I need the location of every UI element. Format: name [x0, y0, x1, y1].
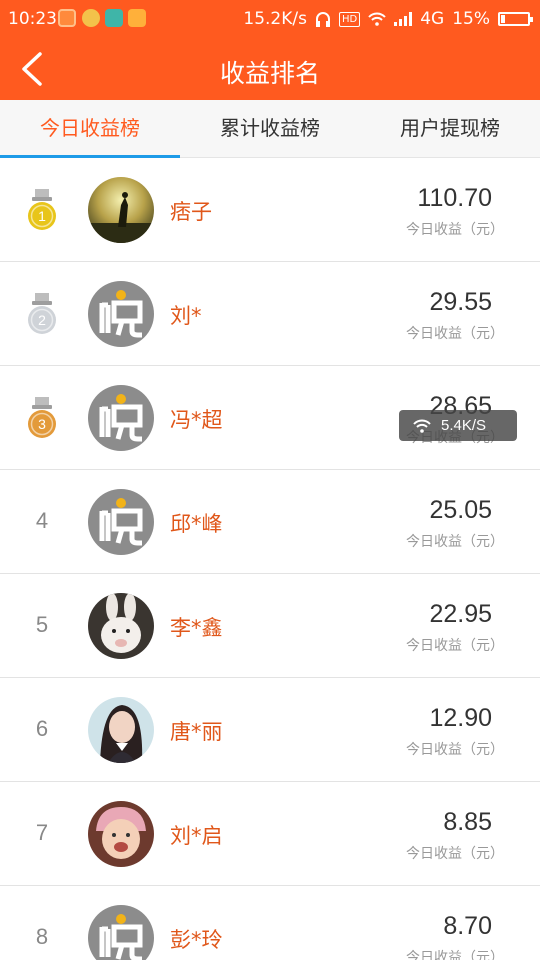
- earning-amount: 12.90: [429, 704, 492, 732]
- avatar[interactable]: [88, 593, 154, 659]
- tab-withdraw[interactable]: 用户提现榜: [360, 100, 540, 157]
- battery-fill: [501, 15, 506, 23]
- rank-number: 6: [35, 716, 49, 741]
- ranking-row[interactable]: 2 刘* 29.55 今日收益（元）: [0, 262, 540, 366]
- battery-percent: 15%: [452, 9, 490, 29]
- earning-label: 今日收益（元）: [406, 534, 504, 550]
- avatar[interactable]: [88, 905, 154, 960]
- user-name: 唐*丽: [170, 720, 223, 744]
- user-name: 冯*超: [170, 408, 223, 432]
- bronze-medal-icon: 3: [26, 397, 58, 439]
- page-title: 收益排名: [219, 59, 320, 88]
- user-name: 彭*玲: [170, 928, 223, 952]
- app-header: 收益排名: [0, 38, 540, 100]
- earning-amount: 25.05: [429, 496, 492, 524]
- avatar[interactable]: [88, 801, 154, 867]
- earning-amount: 22.95: [429, 600, 492, 628]
- scan-app-icon: [105, 9, 123, 27]
- battery-icon: [498, 12, 533, 26]
- medal-rank-number: 2: [38, 312, 46, 328]
- earning-amount: 29.55: [429, 288, 492, 316]
- ranking-row[interactable]: 5 李*鑫 22.95 今日收益（元）: [0, 574, 540, 678]
- plus-app-icon: [82, 9, 100, 27]
- avatar[interactable]: [88, 281, 154, 347]
- earning-amount: 110.70: [417, 184, 492, 212]
- ranking-row[interactable]: 8 彭*玲 8.70 今日收益（元）: [0, 886, 540, 960]
- wifi-icon: [413, 419, 431, 433]
- earning-label: 今日收益（元）: [406, 222, 504, 238]
- status-bar: 10:23 15.2K/s HD 4G 15%: [0, 0, 540, 38]
- tab-total[interactable]: 累计收益榜: [180, 100, 360, 157]
- speed-toast: 5.4K/S: [399, 410, 517, 441]
- silver-medal-icon: 2: [26, 293, 58, 335]
- user-name: 痞子: [170, 200, 212, 224]
- toast-speed: 5.4K/S: [441, 417, 487, 434]
- hd-icon: HD: [338, 11, 361, 27]
- ranking-row[interactable]: 4 邱*峰 25.05 今日收益（元）: [0, 470, 540, 574]
- avatar[interactable]: [88, 489, 154, 555]
- tab-bar: 今日收益榜 累计收益榜 用户提现榜: [0, 100, 540, 158]
- ranking-row[interactable]: 6 唐*丽 12.90 今日收益（元）: [0, 678, 540, 782]
- user-name: 李*鑫: [170, 616, 223, 640]
- earning-amount: 8.85: [443, 808, 492, 836]
- medal-rank-number: 1: [38, 208, 46, 224]
- rank-number: 7: [35, 820, 49, 845]
- net-speed: 15.2K/s: [243, 9, 307, 29]
- avatar[interactable]: [88, 697, 154, 763]
- earning-label: 今日收益（元）: [406, 638, 504, 654]
- status-right: 15.2K/s HD 4G 15%: [243, 9, 533, 29]
- medal-rank-number: 3: [38, 416, 46, 432]
- wifi-status-icon: [368, 12, 386, 26]
- status-time: 10:23: [8, 9, 57, 29]
- earning-label: 今日收益（元）: [406, 326, 504, 342]
- earning-label: 今日收益（元）: [406, 846, 504, 862]
- earning-label: 今日收益（元）: [406, 742, 504, 758]
- rank-number: 5: [35, 612, 49, 637]
- gold-medal-icon: 1: [26, 189, 58, 231]
- rank-number: 8: [35, 924, 49, 949]
- rank-number: 4: [35, 508, 49, 533]
- headphones-icon: [315, 11, 330, 27]
- user-name: 刘*启: [170, 824, 223, 848]
- orange-app-icon: [128, 9, 146, 27]
- lock-app-icon: [58, 9, 76, 27]
- ranking-list: 1 痞子 110.70 今日收益（元） 2 刘* 29.55 今日收益（元） 3: [0, 158, 540, 960]
- avatar[interactable]: [88, 385, 154, 451]
- earning-amount: 8.70: [443, 912, 492, 940]
- ranking-row[interactable]: 1 痞子 110.70 今日收益（元）: [0, 158, 540, 262]
- earning-label: 今日收益（元）: [406, 950, 504, 960]
- signal-icon: [394, 12, 413, 26]
- network-type: 4G: [420, 9, 445, 29]
- user-name: 邱*峰: [170, 512, 223, 536]
- ranking-row[interactable]: 7 刘*启 8.85 今日收益（元）: [0, 782, 540, 886]
- tab-today[interactable]: 今日收益榜: [0, 100, 180, 158]
- avatar[interactable]: [88, 177, 154, 243]
- user-name: 刘*: [170, 304, 202, 328]
